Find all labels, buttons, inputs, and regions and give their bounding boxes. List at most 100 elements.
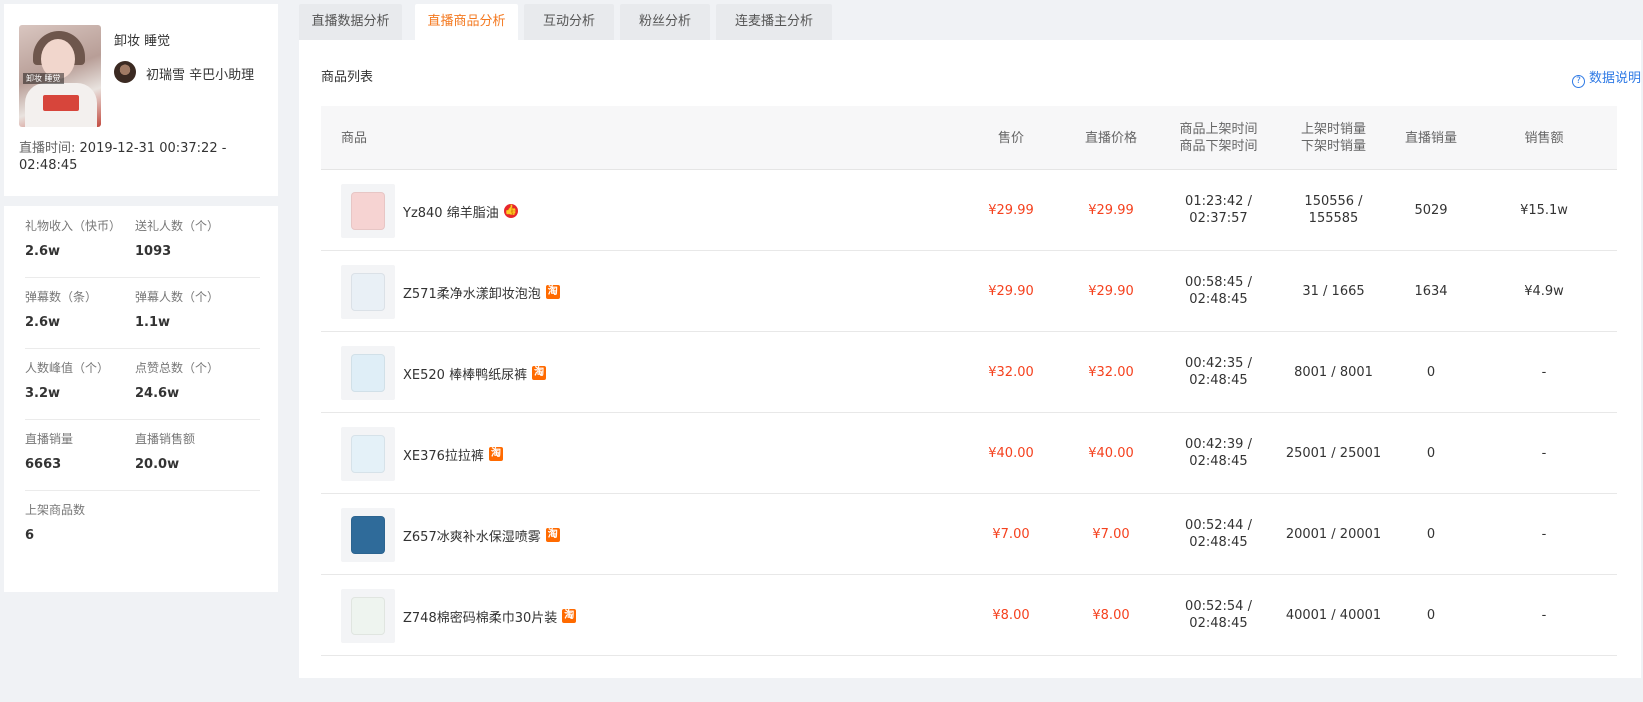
time-off: 02:48:45 bbox=[1189, 373, 1248, 388]
revenue-cell: - bbox=[1541, 526, 1547, 542]
time-off: 02:48:45 bbox=[1189, 454, 1248, 469]
product-name[interactable]: Z657冰爽补水保湿喷雾 bbox=[403, 526, 541, 545]
product-cell[interactable]: Z748棉密码棉柔巾30片装 淘 bbox=[341, 589, 577, 643]
table-row[interactable]: Z657冰爽补水保湿喷雾 淘 ¥7.00 ¥7.00 00:52:44 / 02… bbox=[321, 494, 1617, 575]
time-off: 02:48:45 bbox=[1189, 616, 1248, 631]
col-sales-on: 上架时销量 bbox=[1300, 122, 1366, 137]
product-thumbnail-art bbox=[351, 354, 385, 392]
data-explanation-link[interactable]: ? 数据说明 bbox=[1571, 67, 1641, 88]
product-thumbnail[interactable] bbox=[341, 184, 395, 238]
time-on: 00:52:54 / bbox=[1185, 599, 1252, 614]
stat-product-count: 上架商品数 6 bbox=[25, 502, 85, 544]
sales-on-off: 25001 / 25001 bbox=[1285, 445, 1382, 461]
anchor-name[interactable]: 初瑞雪 辛巴小助理 bbox=[146, 64, 254, 83]
product-thumbnail-art bbox=[351, 597, 385, 635]
live-cover-image[interactable]: 卸妆 睡觉 bbox=[19, 25, 101, 127]
sales-on-off: 31 / 1665 bbox=[1302, 283, 1365, 299]
stat-label: 弹幕数（条） bbox=[25, 290, 98, 304]
taobao-badge-icon: 淘 bbox=[545, 285, 560, 299]
product-cell[interactable]: XE376拉拉裤 淘 bbox=[341, 427, 503, 481]
price-cell: ¥32.00 bbox=[988, 364, 1034, 380]
taobao-badge-icon: 淘 bbox=[562, 609, 577, 623]
col-time-on: 商品上架时间 bbox=[1179, 122, 1258, 137]
product-cell[interactable]: Z571柔净水漾卸妆泡泡 淘 bbox=[341, 265, 560, 319]
table-row[interactable]: Z748棉密码棉柔巾30片装 淘 ¥8.00 ¥8.00 00:52:54 / … bbox=[321, 575, 1617, 656]
avatar[interactable] bbox=[114, 61, 136, 83]
col-stock-sales: 上架时销量 下架时销量 bbox=[1276, 106, 1391, 170]
revenue-cell: ¥4.9w bbox=[1524, 283, 1564, 299]
taobao-badge-icon: 淘 bbox=[545, 528, 560, 542]
stat-peak-viewers: 人数峰值（个） 3.2w bbox=[25, 360, 109, 402]
product-thumbnail[interactable] bbox=[341, 346, 395, 400]
product-thumbnail-art bbox=[351, 192, 385, 230]
product-thumbnail[interactable] bbox=[341, 427, 395, 481]
price-cell: ¥7.00 bbox=[992, 526, 1030, 542]
time-off: 02:48:45 bbox=[1189, 535, 1248, 550]
tab-live-products[interactable]: 直播商品分析 bbox=[415, 4, 518, 40]
stat-value: 2.6w bbox=[25, 244, 61, 259]
stat-value: 20.0w bbox=[135, 457, 180, 472]
table-body: Yz840 绵羊脂油 👍 ¥29.99 ¥29.99 01:23:42 / 02… bbox=[321, 170, 1617, 656]
product-name[interactable]: XE520 棒棒鸭纸尿裤 bbox=[403, 364, 527, 383]
stat-danmaku-users: 弹幕人数（个） 1.1w bbox=[135, 289, 219, 331]
stat-label: 直播销量 bbox=[25, 432, 74, 446]
table-row[interactable]: Yz840 绵羊脂油 👍 ¥29.99 ¥29.99 01:23:42 / 02… bbox=[321, 170, 1617, 251]
time-cell: 01:23:42 / 02:37:57 bbox=[1161, 170, 1276, 250]
tab-live-data[interactable]: 直播数据分析 bbox=[299, 4, 402, 40]
sales-on-off: 20001 / 20001 bbox=[1285, 526, 1382, 542]
stat-live-sales: 直播销量 6663 bbox=[25, 431, 73, 473]
stat-row: 弹幕数（条） 2.6w 弹幕人数（个） 1.1w bbox=[25, 277, 260, 349]
product-thumbnail[interactable] bbox=[341, 508, 395, 562]
price-cell: ¥8.00 bbox=[992, 607, 1030, 623]
stat-value: 6 bbox=[25, 528, 35, 543]
stat-row: 上架商品数 6 bbox=[25, 490, 260, 562]
product-thumbnail-art bbox=[351, 435, 385, 473]
live-sales-cell: 0 bbox=[1426, 607, 1436, 623]
live-price-cell: ¥40.00 bbox=[1088, 445, 1134, 461]
live-price-cell: ¥29.99 bbox=[1088, 202, 1134, 218]
price-cell: ¥29.90 bbox=[988, 283, 1034, 299]
product-name[interactable]: Yz840 绵羊脂油 bbox=[403, 202, 499, 221]
live-price-cell: ¥7.00 bbox=[1092, 526, 1130, 542]
revenue-cell: ¥15.1w bbox=[1520, 202, 1568, 218]
tab-interaction[interactable]: 互动分析 bbox=[524, 4, 614, 40]
live-price-cell: ¥8.00 bbox=[1092, 607, 1130, 623]
time-on: 00:42:39 / bbox=[1185, 437, 1252, 452]
stat-live-revenue: 直播销售额 20.0w bbox=[135, 431, 195, 473]
cover-shirt-print bbox=[43, 95, 79, 111]
time-cell: 00:42:39 / 02:48:45 bbox=[1161, 413, 1276, 493]
live-room-card: 卸妆 睡觉 卸妆 睡觉 初瑞雪 辛巴小助理 直播时间: 2019-12-31 0… bbox=[4, 4, 278, 196]
product-thumbnail[interactable] bbox=[341, 265, 395, 319]
table-header: 商品 售价 直播价格 商品上架时间 商品下架时间 上架时销量 下架时销量 直播销… bbox=[321, 106, 1617, 170]
data-explanation-label: 数据说明 bbox=[1588, 71, 1641, 86]
live-sales-cell: 0 bbox=[1426, 526, 1436, 542]
live-time-label: 直播时间: bbox=[19, 141, 76, 156]
stat-value: 24.6w bbox=[135, 386, 180, 401]
stat-row: 礼物收入（快币） 2.6w 送礼人数（个） 1093 bbox=[25, 206, 260, 278]
product-name[interactable]: Z571柔净水漾卸妆泡泡 bbox=[403, 283, 541, 302]
page-title: 商品列表 bbox=[321, 70, 374, 85]
sales-on: 150556 / bbox=[1304, 194, 1363, 209]
stat-label: 人数峰值（个） bbox=[25, 361, 110, 375]
table-row[interactable]: Z571柔净水漾卸妆泡泡 淘 ¥29.90 ¥29.90 00:58:45 / … bbox=[321, 251, 1617, 332]
stat-gift-income: 礼物收入（快币） 2.6w bbox=[25, 218, 121, 260]
tab-fans[interactable]: 粉丝分析 bbox=[620, 4, 710, 40]
live-sales-cell: 0 bbox=[1426, 364, 1436, 380]
product-thumbnail[interactable] bbox=[341, 589, 395, 643]
stat-label: 上架商品数 bbox=[25, 503, 86, 517]
table-row[interactable]: XE520 棒棒鸭纸尿裤 淘 ¥32.00 ¥32.00 00:42:35 / … bbox=[321, 332, 1617, 413]
table-row[interactable]: XE376拉拉裤 淘 ¥40.00 ¥40.00 00:42:39 / 02:4… bbox=[321, 413, 1617, 494]
product-name[interactable]: Z748棉密码棉柔巾30片装 bbox=[403, 607, 557, 626]
kuaishou-badge-icon: 👍 bbox=[503, 204, 518, 218]
product-cell[interactable]: Z657冰爽补水保湿喷雾 淘 bbox=[341, 508, 560, 562]
live-sales-cell: 0 bbox=[1426, 445, 1436, 461]
time-off: 02:48:45 bbox=[1189, 292, 1248, 307]
tab-co-host[interactable]: 连麦播主分析 bbox=[716, 4, 832, 40]
product-cell[interactable]: Yz840 绵羊脂油 👍 bbox=[341, 184, 518, 238]
product-name[interactable]: XE376拉拉裤 bbox=[403, 445, 484, 464]
stat-total-likes: 点赞总数（个） 24.6w bbox=[135, 360, 219, 402]
product-cell[interactable]: XE520 棒棒鸭纸尿裤 淘 bbox=[341, 346, 547, 400]
time-on: 00:42:35 / bbox=[1185, 356, 1252, 371]
time-cell: 00:58:45 / 02:48:45 bbox=[1161, 251, 1276, 331]
col-time: 商品上架时间 商品下架时间 bbox=[1161, 106, 1276, 170]
